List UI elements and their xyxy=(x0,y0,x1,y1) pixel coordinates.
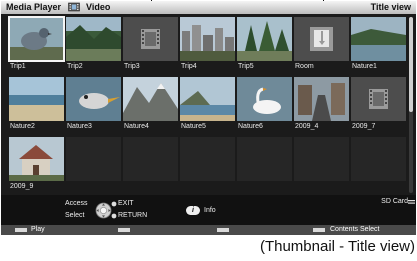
thumbnail-label: Trip2 xyxy=(67,63,83,70)
return-bullet-icon xyxy=(111,213,117,219)
app-title: Media Player xyxy=(6,2,62,12)
empty-thumbnail-slot xyxy=(180,137,235,181)
thumbnail-image xyxy=(8,16,65,62)
thumbnail-item[interactable]: Nature3 xyxy=(66,77,121,132)
dpad-icon xyxy=(95,202,112,219)
thumbnail-image xyxy=(66,17,121,61)
thumbnail-label: Trip1 xyxy=(10,63,26,70)
play-label: Play xyxy=(31,226,45,233)
thumbnail-image xyxy=(294,17,349,61)
return-hint: RETURN xyxy=(118,212,148,219)
figure-caption: (Thumbnail - Title view) xyxy=(259,238,415,255)
thumbnail-grid: Trip1 Trip2 Trip3 Trip4 Trip5 Room Nature1 Natu… xyxy=(8,16,409,192)
empty-thumbnail-slot xyxy=(351,137,406,181)
thumbnail-label: Room xyxy=(295,63,314,70)
thumbnail-label: Trip4 xyxy=(181,63,197,70)
thumbnail-image xyxy=(180,17,235,61)
thumbnail-image xyxy=(180,77,235,121)
thumbnail-item[interactable]: Nature4 xyxy=(123,77,178,132)
thumbnail-image xyxy=(123,17,178,61)
thumbnail-item[interactable]: Trip1 xyxy=(8,16,65,72)
empty-thumbnail-slot xyxy=(237,137,292,181)
thumbnail-label: Nature2 xyxy=(10,123,35,130)
thumbnail-image xyxy=(66,77,121,121)
thumbnail-label: 2009_4 xyxy=(295,123,319,130)
video-mode-icon xyxy=(68,2,80,12)
green-button[interactable] xyxy=(118,228,130,232)
thumbnail-label: 2009_9 xyxy=(10,183,34,190)
thumbnail-label: Nature5 xyxy=(181,123,206,130)
thumbnail-item[interactable]: 2009_7 xyxy=(351,77,406,132)
thumbnail-item[interactable]: 2009_9 xyxy=(9,137,64,192)
yellow-button[interactable] xyxy=(217,228,229,232)
thumbnail-item[interactable]: Trip5 xyxy=(237,17,292,72)
access-hint: Access xyxy=(65,200,88,207)
thumbnail-item[interactable]: Trip3 xyxy=(123,17,178,72)
thumbnail-image xyxy=(351,17,406,61)
thumbnail-label: Trip5 xyxy=(238,63,254,70)
empty-thumbnail-slot xyxy=(294,137,349,181)
thumbnail-item[interactable]: 2009_4 xyxy=(294,77,349,132)
scrollbar[interactable] xyxy=(409,17,413,193)
thumbnail-image xyxy=(351,77,406,121)
exit-bullet-icon xyxy=(111,201,117,207)
thumbnail-label: Nature1 xyxy=(352,63,377,70)
thumbnail-label: Nature3 xyxy=(67,123,92,130)
sd-card-icon xyxy=(408,200,415,204)
thumbnail-item[interactable]: Trip4 xyxy=(180,17,235,72)
thumbnail-image xyxy=(237,77,292,121)
info-icon: i xyxy=(186,206,200,215)
exit-hint: EXIT xyxy=(118,200,134,207)
select-hint: Select xyxy=(65,212,85,219)
thumbnail-image xyxy=(123,77,178,121)
sd-card-label: SD Card xyxy=(381,198,408,205)
blue-button[interactable] xyxy=(313,228,325,232)
view-mode-label: Title view xyxy=(370,2,411,12)
thumbnail-label: 2009_7 xyxy=(352,123,376,130)
thumbnail-item[interactable]: Trip2 xyxy=(66,17,121,72)
tv-screen: Media Player Video Title view Trip1 Trip2… xyxy=(1,1,416,235)
header-bar: Media Player Video Title view xyxy=(1,1,416,14)
thumbnail-label: Trip3 xyxy=(124,63,140,70)
contents-select-label: Contents Select xyxy=(330,226,380,233)
thumbnail-image xyxy=(9,137,64,181)
thumbnail-image xyxy=(294,77,349,121)
thumbnail-image xyxy=(237,17,292,61)
thumbnail-item[interactable]: Nature1 xyxy=(351,17,406,72)
thumbnail-label: Nature4 xyxy=(124,123,149,130)
scrollbar-thumb[interactable] xyxy=(409,17,413,112)
empty-thumbnail-slot xyxy=(66,137,121,181)
thumbnail-item[interactable]: Nature5 xyxy=(180,77,235,132)
thumbnail-image xyxy=(9,77,64,121)
thumbnail-item[interactable]: Room xyxy=(294,17,349,72)
empty-thumbnail-slot xyxy=(123,137,178,181)
thumbnail-item[interactable]: Nature6 xyxy=(237,77,292,132)
info-hint: Info xyxy=(204,207,216,214)
red-button[interactable] xyxy=(15,228,27,232)
thumbnail-label: Nature6 xyxy=(238,123,263,130)
mode-label: Video xyxy=(86,2,111,12)
thumbnail-item[interactable]: Nature2 xyxy=(9,77,64,132)
